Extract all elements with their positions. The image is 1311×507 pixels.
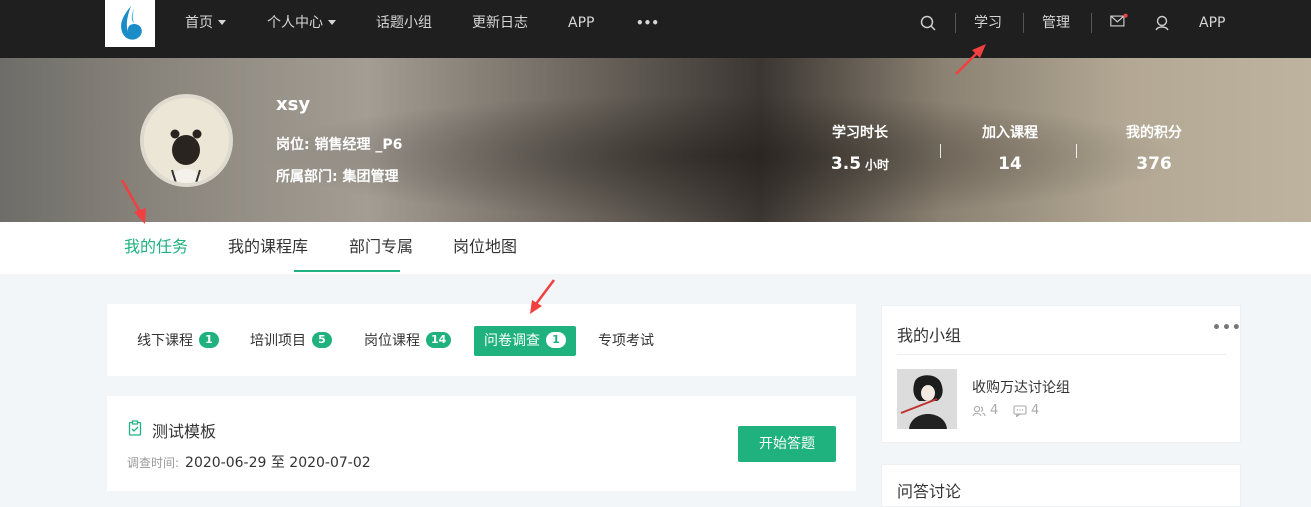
nav-divider [955,13,956,33]
nav-app[interactable]: APP [568,0,594,46]
chevron-down-icon [218,19,226,25]
divider [897,354,1227,355]
stat-number: 3.5 [830,154,862,174]
count-badge: 1 [199,332,219,348]
stat-joined-courses: 加入课程 14 [950,122,1070,174]
logo[interactable] [105,0,155,47]
stat-label: 加入课程 [982,125,1038,141]
subtab-training-projects[interactable]: 培训项目 5 [250,326,332,356]
nav-more[interactable]: ••• [636,0,659,46]
more-icon[interactable]: ••• [1212,320,1242,336]
group-posts: 4 [1013,403,1039,418]
nav-topic-groups[interactable]: 话题小组 [376,0,432,46]
nav-personal-center[interactable]: 个人中心 [267,0,336,46]
search-icon[interactable] [919,14,937,32]
clipboard-icon [128,420,142,436]
stat-points: 我的积分 376 [1094,122,1214,174]
tab-my-course-library[interactable]: 我的课程库 [228,222,308,274]
nav-home[interactable]: 首页 [185,0,226,46]
tab-underline [294,270,400,272]
subtab-special-exams[interactable]: 专项考试 [598,326,654,356]
logo-icon [121,5,142,40]
username: xsy [276,94,311,115]
my-groups-card: 我的小组 ••• 收购万达讨论组 4 4 [881,305,1241,443]
my-groups-title: 我的小组 [897,326,962,345]
tab-department-exclusive[interactable]: 部门专属 [349,222,413,274]
user-department: 所属部门: 集团管理 [276,169,399,185]
subtab-label: 岗位课程 [364,333,420,349]
survey-date: 调查时间: 2020-06-29 至 2020-07-02 [127,452,371,472]
stat-unit: 小时 [865,158,890,172]
survey-date-label: 调查时间: [127,456,180,470]
count-badge: 14 [426,332,452,348]
nav-changelog[interactable]: 更新日志 [472,0,528,46]
start-answering-button[interactable]: 开始答题 [738,426,836,462]
nav-right-app[interactable]: APP [1199,0,1225,46]
annotation-arrow [955,44,986,75]
group-name[interactable]: 收购万达讨论组 [972,377,1070,397]
group-members: 4 [972,403,998,418]
stat-divider [940,144,941,158]
group-thumbnail-image [897,369,957,429]
stat-study-time: 学习时长 3.5 小时 [800,122,920,174]
nav-divider [1023,13,1024,33]
profile-banner: xsy 岗位: 销售经理 _P6 所属部门: 集团管理 学习时长 3.5 小时 加… [0,58,1311,222]
chevron-down-icon [328,19,336,25]
tab-position-map[interactable]: 岗位地图 [453,222,517,274]
annotation-arrow [120,179,146,224]
stat-value: 3.5 小时 [800,154,920,174]
stat-value: 376 [1136,154,1172,174]
count-badge: 5 [312,332,332,348]
tab-my-tasks[interactable]: 我的任务 [124,222,188,274]
avatar[interactable] [140,94,233,187]
nav-personal-center-label: 个人中心 [267,15,323,31]
stat-label: 我的积分 [1126,125,1182,141]
nav-divider [1091,13,1092,33]
survey-title: 测试模板 [152,422,217,441]
subtab-offline-courses[interactable]: 线下课程 1 [137,326,219,356]
nav-manage[interactable]: 管理 [1042,0,1070,46]
main-tabs: 我的任务 我的课程库 部门专属 岗位地图 [0,222,1311,274]
members-icon [972,405,986,416]
count-badge: 1 [546,332,566,348]
nav-study[interactable]: 学习 [974,0,1002,46]
top-navbar: 首页 个人中心 话题小组 更新日志 APP ••• 学习 管理 APP [0,0,1311,58]
members-count: 4 [990,403,999,418]
qa-discussion-card: 问答讨论 [881,464,1241,507]
user-position: 岗位: 销售经理 _P6 [276,137,403,153]
comment-icon [1013,404,1027,417]
subtab-label: 问卷调查 [484,333,540,349]
nav-home-label: 首页 [185,15,213,31]
subtabs-card: 线下课程 1 培训项目 5 岗位课程 14 问卷调查 1 专项考试 [107,304,856,376]
stat-value: 14 [998,154,1022,174]
posts-count: 4 [1031,403,1040,418]
subtab-surveys[interactable]: 问卷调查 1 [474,326,576,356]
group-thumbnail[interactable] [897,369,957,429]
survey-date-range: 2020-06-29 至 2020-07-02 [185,455,371,471]
qa-discussion-title: 问答讨论 [897,482,962,501]
annotation-arrow [530,279,555,314]
subtab-label: 线下课程 [137,333,193,349]
mail-icon[interactable] [1110,12,1128,30]
subtab-label: 培训项目 [250,333,306,349]
user-icon[interactable] [1153,14,1171,32]
stat-label: 学习时长 [832,125,888,141]
avatar-image [144,98,229,183]
subtab-position-courses[interactable]: 岗位课程 14 [364,326,452,356]
survey-card: 测试模板 调查时间: 2020-06-29 至 2020-07-02 开始答题 [107,396,856,491]
stat-divider [1076,144,1077,158]
